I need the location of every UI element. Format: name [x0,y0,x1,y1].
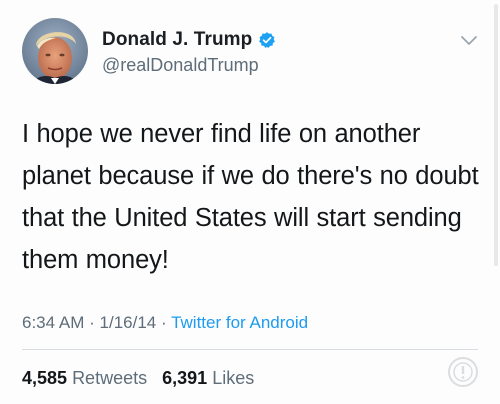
info-watermark-icon [446,355,480,389]
likes-stat[interactable]: 6,391 Likes [162,368,254,389]
name-row: Donald J. Trump [102,28,276,52]
chevron-down-icon[interactable] [460,34,478,46]
meta-separator: · [89,313,95,332]
author-block: Donald J. Trump @realDonaldTrump [102,28,276,76]
tweet-header: Donald J. Trump @realDonaldTrump [22,18,478,88]
handle[interactable]: @realDonaldTrump [102,55,276,76]
divider [22,349,478,350]
avatar[interactable] [22,18,88,84]
tweet-date: 1/16/14 [99,313,157,332]
retweets-label: Retweets [72,368,148,388]
display-name[interactable]: Donald J. Trump [102,29,252,51]
likes-label: Likes [212,368,255,388]
meta-separator: · [160,313,167,332]
likes-count: 6,391 [162,368,208,388]
tweet-stats: 4,585 Retweets 6,391 Likes [22,368,254,389]
tweet-card: Donald J. Trump @realDonaldTrump I hope … [0,0,500,404]
tweet-source-link[interactable]: Twitter for Android [171,313,308,332]
tweet-time: 6:34 AM [22,313,85,332]
verified-badge-icon [258,31,276,49]
tweet-meta: 6:34 AM · 1/16/14 · Twitter for Android [22,313,308,333]
tweet-text: I hope we never find life on another pla… [22,120,479,274]
scrollbar[interactable] [494,4,498,266]
retweets-count: 4,585 [22,368,68,388]
avatar-photo [22,18,88,84]
retweets-stat[interactable]: 4,585 Retweets [22,368,147,389]
